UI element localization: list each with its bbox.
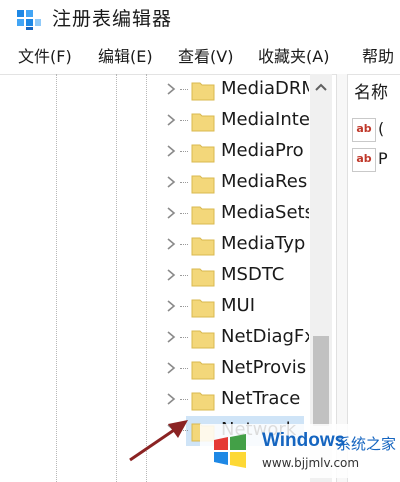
- watermark-subtitle: 系统之家: [336, 435, 397, 453]
- tree-item[interactable]: NetDiagFx: [0, 322, 310, 353]
- folder-icon: [191, 237, 215, 256]
- tree-item[interactable]: MediaDRM: [0, 74, 310, 105]
- tree-item-label: MediaPro: [221, 140, 304, 161]
- tree-item[interactable]: MediaPro: [0, 136, 310, 167]
- chevron-right-icon[interactable]: [164, 299, 178, 313]
- tree-item-label: MediaInte: [221, 109, 309, 130]
- tree-connector: [180, 213, 188, 214]
- tree-item-label: NetDiagFx: [221, 326, 309, 347]
- values-pane[interactable]: 名称 ab ( ab P: [348, 74, 400, 482]
- string-value-icon: ab: [352, 118, 376, 142]
- tree-item-label: MediaDRM: [221, 78, 309, 99]
- tree-item-label: NetTrace: [221, 388, 301, 409]
- tree-item-label: MSDTC: [221, 264, 285, 285]
- tree-connector: [180, 120, 188, 121]
- tree-item-label: MediaRes: [221, 171, 308, 192]
- chevron-right-icon[interactable]: [164, 361, 178, 375]
- folder-icon: [191, 268, 215, 287]
- tree-connector: [180, 337, 188, 338]
- tree-connector: [180, 244, 188, 245]
- tree-item[interactable]: MSDTC: [0, 260, 310, 291]
- folder-icon: [191, 113, 215, 132]
- chevron-right-icon[interactable]: [164, 175, 178, 189]
- string-value-icon: ab: [352, 148, 376, 172]
- folder-icon: [191, 330, 215, 349]
- menu-file[interactable]: 文件(F): [18, 46, 72, 68]
- tree-item[interactable]: MediaTyp: [0, 229, 310, 260]
- tree-connector: [180, 151, 188, 152]
- tree-item[interactable]: MediaInte: [0, 105, 310, 136]
- folder-icon: [191, 392, 215, 411]
- tree-connector: [180, 368, 188, 369]
- tree-connector: [180, 182, 188, 183]
- chevron-right-icon[interactable]: [164, 206, 178, 220]
- column-header-name[interactable]: 名称: [354, 82, 388, 104]
- chevron-right-icon[interactable]: [164, 113, 178, 127]
- window-title: 注册表编辑器: [52, 8, 173, 30]
- chevron-right-icon[interactable]: [164, 392, 178, 406]
- watermark-url: www.bjjmlv.com: [262, 456, 360, 470]
- chevron-right-icon[interactable]: [164, 268, 178, 282]
- registry-editor-icon: [17, 10, 41, 30]
- folder-icon: [191, 206, 215, 225]
- tree-item-label: MUI: [221, 295, 256, 316]
- chevron-right-icon[interactable]: [164, 82, 178, 96]
- tree-item-label: NetProvis: [221, 357, 307, 378]
- menu-bar: 文件(F) 编辑(E) 查看(V) 收藏夹(A) 帮助: [0, 42, 400, 75]
- chevron-right-icon[interactable]: [164, 144, 178, 158]
- tree-item[interactable]: MediaRes: [0, 167, 310, 198]
- tree-connector: [180, 399, 188, 400]
- tree-connector: [180, 89, 188, 90]
- folder-icon: [191, 299, 215, 318]
- tree-connector: [180, 306, 188, 307]
- value-row[interactable]: ab (: [352, 118, 400, 142]
- menu-edit[interactable]: 编辑(E): [98, 46, 153, 68]
- value-name: (: [378, 119, 385, 138]
- watermark-title: Windows: [262, 430, 346, 451]
- chevron-right-icon[interactable]: [164, 330, 178, 344]
- tree-item[interactable]: MUI: [0, 291, 310, 322]
- tree-scrollbar[interactable]: [310, 74, 332, 482]
- tree-item[interactable]: MediaSets: [0, 198, 310, 229]
- pane-splitter[interactable]: [336, 74, 348, 482]
- title-bar: 注册表编辑器: [0, 0, 400, 42]
- tree-item-label: MediaTyp: [221, 233, 306, 254]
- windows-logo-icon: [214, 434, 246, 468]
- folder-icon: [191, 82, 215, 101]
- folder-icon: [191, 144, 215, 163]
- value-name: P: [378, 149, 388, 168]
- menu-help[interactable]: 帮助: [362, 46, 394, 68]
- tree-item-label: MediaSets: [221, 202, 309, 223]
- folder-icon: [191, 361, 215, 380]
- chevron-right-icon[interactable]: [164, 237, 178, 251]
- scroll-up-icon[interactable]: [314, 82, 328, 92]
- value-row[interactable]: ab P: [352, 148, 400, 172]
- menu-view[interactable]: 查看(V): [178, 46, 233, 68]
- tree-connector: [180, 275, 188, 276]
- menu-favorites[interactable]: 收藏夹(A): [258, 46, 329, 68]
- folder-icon: [191, 175, 215, 194]
- watermark: Windows 系统之家 www.bjjmlv.com: [200, 424, 396, 478]
- annotation-arrow-icon: [129, 420, 188, 462]
- scroll-thumb[interactable]: [313, 336, 329, 426]
- tree-item[interactable]: NetProvis: [0, 353, 310, 384]
